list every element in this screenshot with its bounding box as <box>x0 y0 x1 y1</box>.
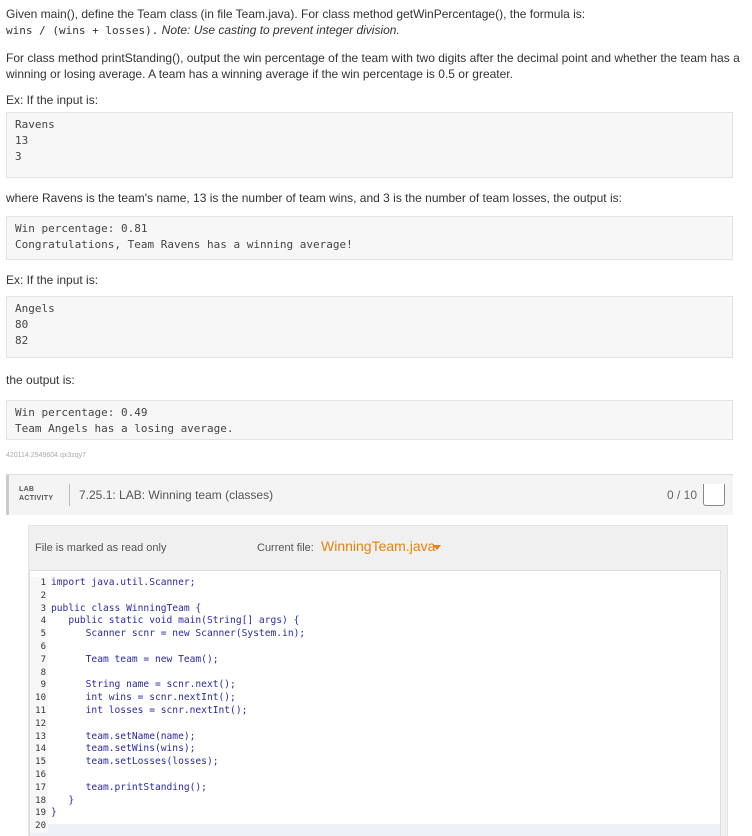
example-1-output-box: Win percentage: 0.81 Congratulations, Te… <box>6 216 733 260</box>
code-line[interactable] <box>51 769 305 782</box>
example-1-output-line: Win percentage: 0.81 <box>15 222 148 235</box>
code-line[interactable]: import java.util.Scanner; <box>51 577 305 590</box>
example-1-explanation: where Ravens is the team's name, 13 is t… <box>6 191 622 205</box>
example-2-output-line: Win percentage: 0.49 <box>15 406 148 419</box>
header-divider <box>69 484 70 506</box>
example-1-output-line: Congratulations, Team Ravens has a winni… <box>15 238 353 251</box>
line-number: 12 <box>35 718 46 729</box>
formula-code: wins / (wins + losses). <box>6 24 159 37</box>
line-number: 18 <box>35 795 46 806</box>
code-editor[interactable]: 1 2 3 4 5 6 7 8 9 10 11 12 13 14 15 16 1… <box>29 570 721 836</box>
read-only-notice: File is marked as read only <box>35 542 167 554</box>
line-number: 15 <box>35 757 46 768</box>
code-line[interactable]: String name = scnr.next(); <box>51 679 305 692</box>
lab-badge-line: ACTIVITY <box>19 495 54 502</box>
line-number: 19 <box>35 808 46 819</box>
line-number: 17 <box>35 782 46 793</box>
code-line[interactable]: int wins = scnr.nextInt(); <box>51 692 305 705</box>
code-line[interactable]: public class WinningTeam { <box>51 603 305 616</box>
line-number: 14 <box>35 744 46 755</box>
instruction-paragraph-1: Given main(), define the Team class (in … <box>6 7 586 21</box>
instruction-paragraph-2: For class method printStanding(), output… <box>6 51 740 81</box>
lab-header: LAB ACTIVITY 7.25.1: LAB: Winning team (… <box>6 475 733 515</box>
current-file-label: Current file: <box>257 542 314 554</box>
code-lines[interactable]: import java.util.Scanner; public class W… <box>51 577 305 833</box>
lab-activity: LAB ACTIVITY 7.25.1: LAB: Winning team (… <box>6 474 733 836</box>
problem-id-tag: 420114.2949604.qx3zqy7 <box>6 452 87 459</box>
code-line[interactable]: int losses = scnr.nextInt(); <box>51 705 305 718</box>
code-line[interactable] <box>51 718 305 731</box>
example-1-input-line: Ravens <box>15 118 55 131</box>
example-2-input-box: Angels 80 82 <box>6 296 733 358</box>
line-number: 10 <box>35 693 46 704</box>
code-line[interactable]: Scanner scnr = new Scanner(System.in); <box>51 628 306 641</box>
example-2-output-box: Win percentage: 0.49 Team Angels has a l… <box>6 400 733 440</box>
line-number: 20 <box>35 821 46 832</box>
chevron-down-icon[interactable] <box>433 545 441 550</box>
code-line[interactable]: public static void main(String[] args) { <box>51 615 305 628</box>
line-number-gutter: 1 2 3 4 5 6 7 8 9 10 11 12 13 14 15 16 1… <box>30 577 48 833</box>
formula-note: Note: Use casting to prevent integer div… <box>161 23 400 37</box>
current-file-dropdown[interactable]: WinningTeam.java <box>321 538 435 554</box>
completion-bucket-icon <box>703 484 725 506</box>
line-number: 9 <box>40 680 46 691</box>
lab-title: 7.25.1: LAB: Winning team (classes) <box>79 488 274 502</box>
line-number: 8 <box>40 667 46 678</box>
line-number: 13 <box>35 731 46 742</box>
lab-score: 0 / 10 <box>666 488 697 502</box>
example-2-explanation: the output is: <box>6 373 75 387</box>
lab-activity-badge: LAB ACTIVITY <box>19 485 53 503</box>
line-number: 4 <box>40 616 46 627</box>
code-line[interactable] <box>51 641 305 654</box>
code-line[interactable]: } <box>51 807 305 820</box>
code-line[interactable]: team.setWins(wins); <box>51 743 305 756</box>
line-number: 7 <box>40 654 46 665</box>
code-line[interactable] <box>51 667 305 680</box>
line-number: 16 <box>35 769 46 780</box>
example-1-label: Ex: If the input is: <box>6 93 99 107</box>
line-number: 5 <box>40 629 46 640</box>
code-line[interactable]: Team team = new Team(); <box>51 654 305 667</box>
example-1-input-box: Ravens 13 3 <box>6 112 733 178</box>
line-number: 11 <box>35 705 46 716</box>
line-number: 6 <box>40 641 46 652</box>
example-1-input-line: 13 <box>15 134 29 147</box>
example-2-input-line: 82 <box>15 334 29 347</box>
line-number: 1 <box>40 578 46 588</box>
code-line[interactable] <box>51 820 305 833</box>
example-1-input-line: 3 <box>15 150 22 163</box>
example-2-input-line: Angels <box>15 302 55 315</box>
code-line[interactable]: team.printStanding(); <box>51 782 305 795</box>
formula-line: wins / (wins + losses). Note: Use castin… <box>6 22 746 39</box>
example-2-output-line: Team Angels has a losing average. <box>15 422 234 435</box>
code-line[interactable]: } <box>51 795 305 808</box>
editor-panel: File is marked as read only Current file… <box>28 525 728 836</box>
line-number: 2 <box>40 590 46 601</box>
code-line[interactable]: team.setName(name); <box>51 731 305 744</box>
code-line[interactable]: team.setLosses(losses); <box>51 756 305 769</box>
example-2-input-line: 80 <box>15 318 29 331</box>
lab-badge-line: LAB <box>19 486 35 493</box>
example-2-label: Ex: If the input is: <box>6 273 99 287</box>
code-line[interactable] <box>51 590 305 603</box>
line-number: 3 <box>40 603 46 614</box>
